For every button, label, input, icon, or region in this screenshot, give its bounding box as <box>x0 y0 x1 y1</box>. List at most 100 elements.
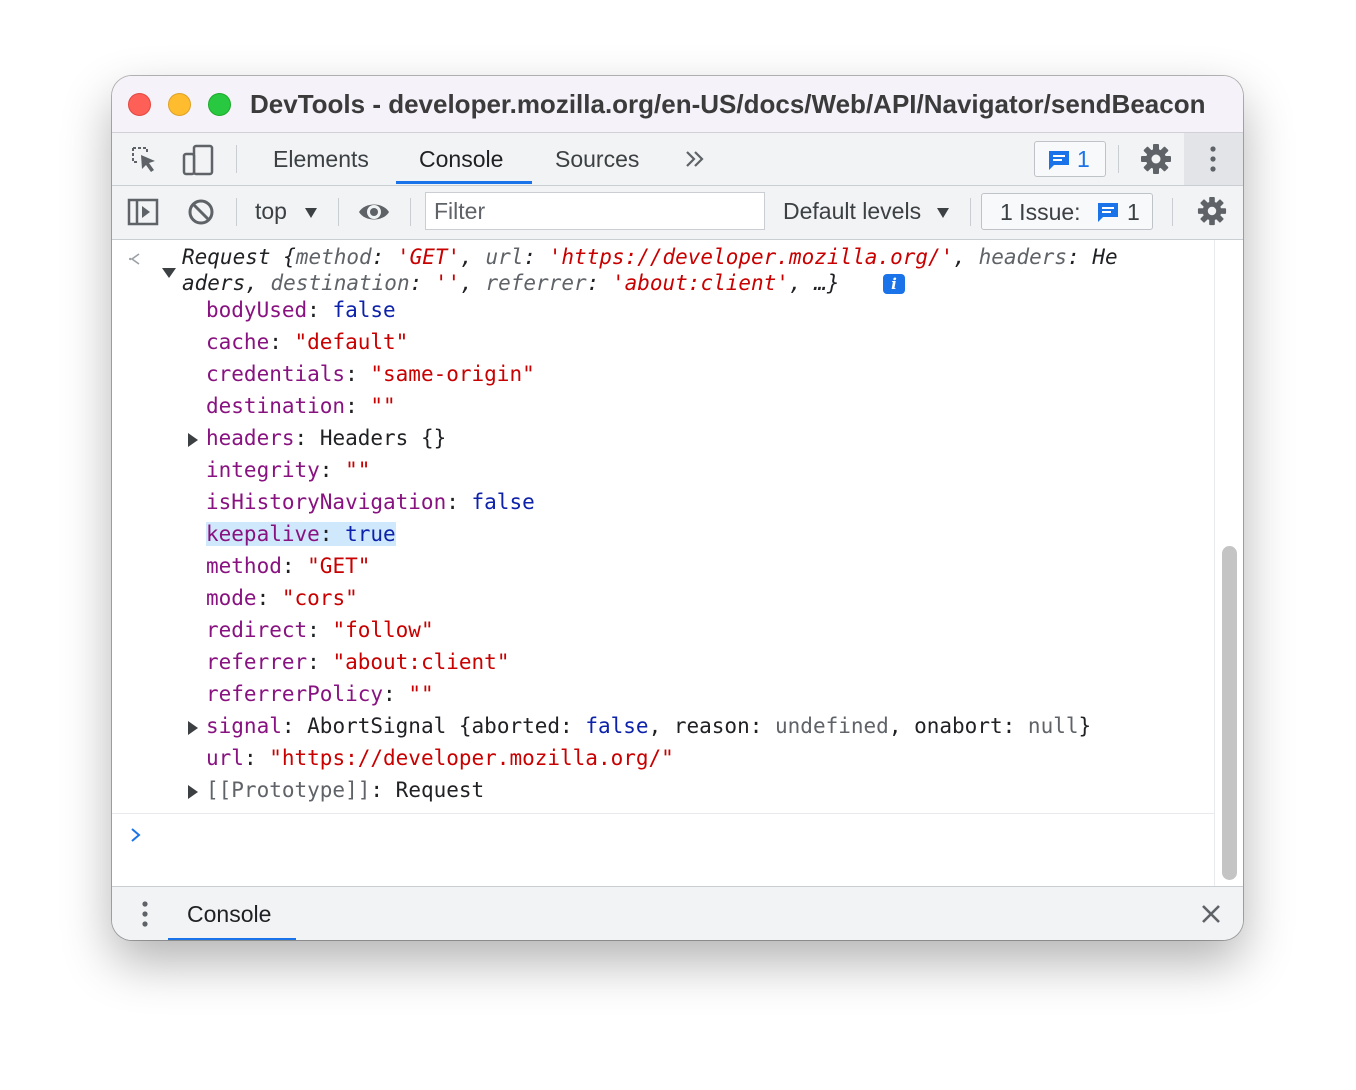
context-selector[interactable]: top <box>255 186 325 239</box>
prop-key: [[Prototype]] <box>206 778 371 802</box>
prop-url[interactable]: url: "https://developer.mozilla.org/" <box>206 746 674 770</box>
prop-referrer[interactable]: referrer: "about:client" <box>206 650 509 674</box>
filter-input[interactable]: Filter <box>425 192 765 230</box>
prop-method[interactable]: method: "GET" <box>206 554 370 578</box>
console-scrollbar[interactable] <box>1214 240 1243 886</box>
tab-sources[interactable]: Sources <box>555 133 639 185</box>
kebab-menu-icon[interactable] <box>140 900 150 928</box>
prop-value: false <box>471 490 535 514</box>
summary-value: 'about:client' <box>611 271 789 295</box>
prop-integrity[interactable]: integrity: "" <box>206 458 370 482</box>
signal-value: false <box>585 714 649 738</box>
summary-value: He <box>1092 245 1118 269</box>
eye-icon[interactable] <box>357 200 391 224</box>
expand-arrow-icon[interactable] <box>188 721 198 735</box>
zoom-window-button[interactable] <box>208 93 231 116</box>
prop-value: "default" <box>294 330 409 354</box>
prop-signal[interactable]: signal: AbortSignal {aborted: false, rea… <box>206 714 1091 738</box>
title-bar: DevTools - developer.mozilla.org/en-US/d… <box>112 76 1243 133</box>
gear-icon[interactable] <box>1140 143 1172 175</box>
summary-value: '' <box>434 271 461 295</box>
minimize-window-button[interactable] <box>168 93 191 116</box>
issues-button[interactable]: 1 Issue: 1 <box>981 193 1153 230</box>
prop-mode[interactable]: mode: "cors" <box>206 586 358 610</box>
console-settings-gear-icon[interactable] <box>1197 196 1227 226</box>
sidebar-toggle-icon[interactable] <box>127 198 159 226</box>
prop-key: credentials <box>206 362 346 386</box>
request-summary-line2[interactable]: aders, destination: '', referrer: 'about… <box>182 271 840 295</box>
prop-bodyUsed[interactable]: bodyUsed: false <box>206 298 396 322</box>
more-options-button[interactable] <box>1184 133 1243 185</box>
prompt-chevron-icon <box>131 828 141 842</box>
divider <box>112 813 1214 814</box>
devtools-window: DevTools - developer.mozilla.org/en-US/d… <box>112 76 1243 940</box>
prop-headers[interactable]: headers: Headers {} <box>206 426 446 450</box>
prop-value: "about:client" <box>332 650 510 674</box>
console-prompt-input[interactable] <box>152 818 1192 852</box>
messages-button[interactable]: 1 <box>1034 141 1106 177</box>
expand-arrow-icon[interactable] <box>188 433 198 447</box>
divider <box>338 198 339 226</box>
prop-value: "GET" <box>307 554 371 578</box>
scrollbar-thumb[interactable] <box>1222 546 1237 880</box>
divider <box>410 198 411 226</box>
messages-count: 1 <box>1077 146 1090 172</box>
main-tab-bar: Elements Console Sources 1 <box>112 133 1243 186</box>
summary-key: destination <box>270 271 410 295</box>
prop-value: "follow" <box>332 618 434 642</box>
prop-value: "" <box>345 458 371 482</box>
summary-key: url <box>485 245 524 269</box>
collapse-arrow-icon[interactable] <box>162 268 176 278</box>
prop-value: Headers {} <box>319 426 447 450</box>
summary-ellipsis: …} <box>814 271 840 295</box>
expand-arrow-icon[interactable] <box>188 785 198 799</box>
tab-console[interactable]: Console <box>419 133 503 185</box>
console-output: Request {method: 'GET', url: 'https://de… <box>112 240 1214 886</box>
log-levels-dropdown[interactable]: Default levels <box>783 186 953 239</box>
signal-value: null <box>1027 714 1079 738</box>
prop-redirect[interactable]: redirect: "follow" <box>206 618 434 642</box>
request-summary-line1[interactable]: Request {method: 'GET', url: 'https://de… <box>182 245 1118 269</box>
log-levels-label: Default levels <box>783 198 922 224</box>
prop-key: redirect <box>206 618 308 642</box>
prop-keepalive[interactable]: keepalive: true <box>206 522 396 546</box>
prop-value: "same-origin" <box>370 362 535 386</box>
tab-elements[interactable]: Elements <box>273 133 369 185</box>
summary-key: headers <box>978 245 1068 269</box>
prop-key: method <box>206 554 282 578</box>
prop-key: url <box>206 746 244 770</box>
double-chevron-right-icon[interactable] <box>684 149 706 169</box>
prop-key: referrer <box>206 650 308 674</box>
summary-prefix: Request { <box>182 245 296 269</box>
console-toolbar: top Filter Default levels 1 Issue: 1 <box>112 186 1243 240</box>
prop-prototype[interactable]: [[Prototype]]: Request <box>206 778 484 802</box>
drawer-tab-console[interactable]: Console <box>187 901 271 928</box>
prop-value: "https://developer.mozilla.org/" <box>269 746 674 770</box>
info-icon[interactable]: i <box>883 274 905 294</box>
prop-value: "" <box>370 394 396 418</box>
prop-credentials[interactable]: credentials: "same-origin" <box>206 362 535 386</box>
issues-label: 1 Issue: <box>1000 199 1081 225</box>
prop-key: integrity <box>206 458 320 482</box>
active-tab-indicator <box>168 938 296 940</box>
context-label: top <box>255 198 287 224</box>
prop-referrerPolicy[interactable]: referrerPolicy: "" <box>206 682 434 706</box>
close-icon[interactable] <box>1200 903 1222 925</box>
prop-value: false <box>332 298 396 322</box>
issues-count: 1 <box>1127 199 1140 225</box>
device-toolbar-icon[interactable] <box>182 144 216 176</box>
prop-key: keepalive <box>206 522 320 546</box>
message-icon <box>1098 203 1118 222</box>
summary-key: referrer <box>485 271 587 295</box>
signal-key: reason <box>673 714 750 738</box>
close-window-button[interactable] <box>128 93 151 116</box>
inspect-element-icon[interactable] <box>130 145 160 175</box>
prop-isHistoryNavigation[interactable]: isHistoryNavigation: false <box>206 490 535 514</box>
prop-cache[interactable]: cache: "default" <box>206 330 408 354</box>
prop-key: signal <box>206 714 282 738</box>
prop-destination[interactable]: destination: "" <box>206 394 396 418</box>
kebab-menu-icon <box>1210 146 1216 172</box>
prop-value: "" <box>408 682 434 706</box>
clear-console-icon[interactable] <box>187 198 215 226</box>
divider <box>1172 198 1173 226</box>
